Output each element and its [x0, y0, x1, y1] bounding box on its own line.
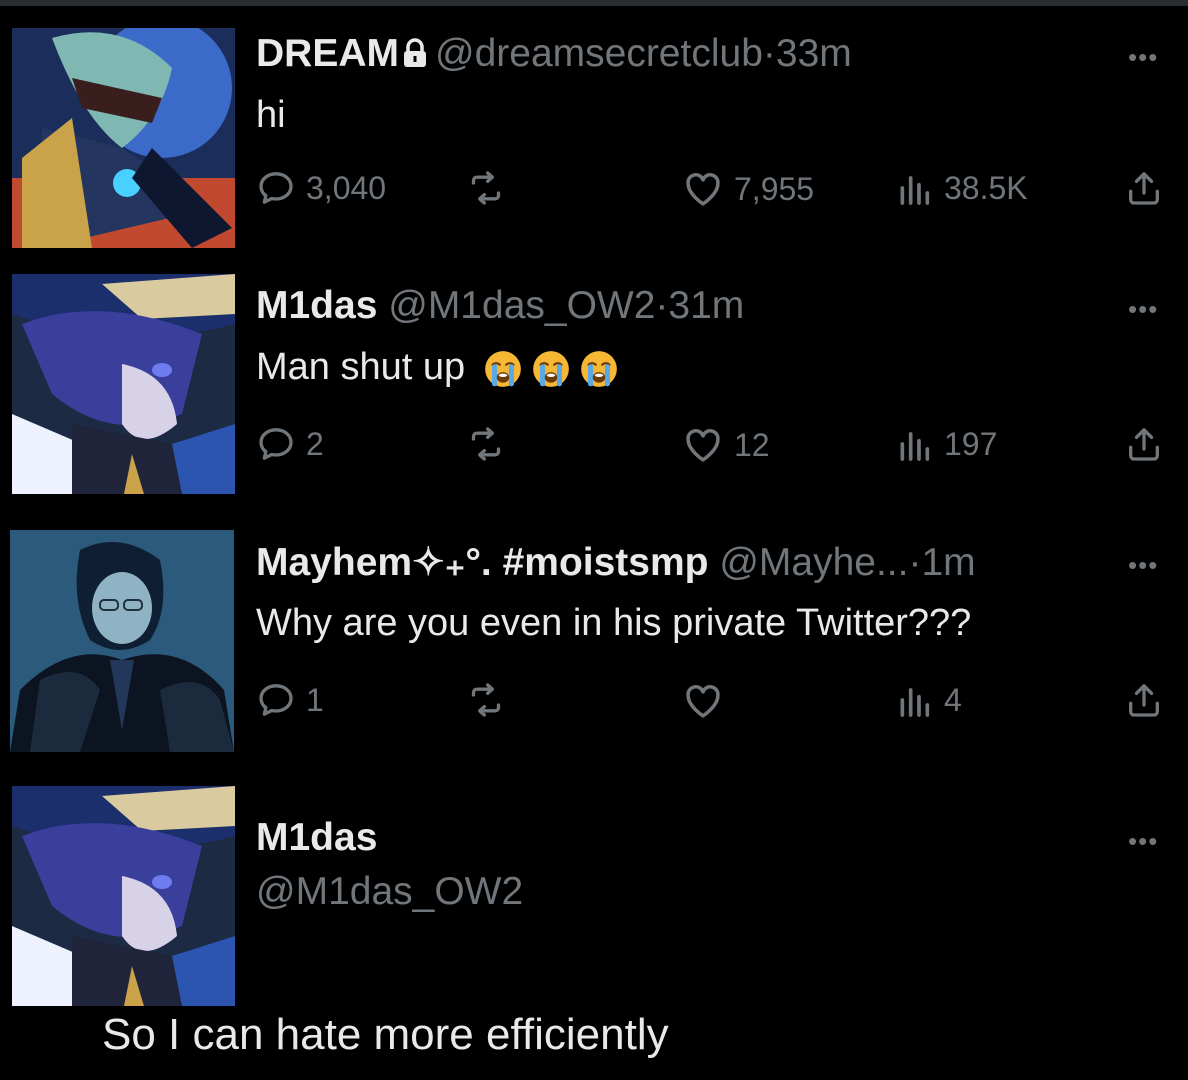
timestamp[interactable]: 33m: [776, 32, 852, 75]
heart-icon: [682, 168, 724, 210]
retweet-button[interactable]: [466, 168, 506, 208]
top-bar: [0, 0, 1188, 6]
views-count: 197: [944, 425, 998, 462]
display-name[interactable]: Mayhem✧₊°. #moistsmp: [256, 541, 708, 584]
retweet-icon: [466, 168, 506, 208]
like-button[interactable]: 7,955: [682, 168, 814, 210]
timestamp[interactable]: 1m: [921, 541, 975, 584]
like-button[interactable]: 12: [682, 424, 770, 466]
reply-bubble-icon: [256, 168, 296, 208]
more-dots-icon[interactable]: •••: [1128, 42, 1158, 73]
loudly-crying-face-icon: [578, 348, 620, 390]
views-button[interactable]: 197: [894, 424, 997, 464]
tweet-header: M1das @M1das_OW2·31m: [256, 284, 744, 328]
views-bar-icon: [894, 168, 934, 208]
views-button[interactable]: 4: [894, 680, 962, 720]
reply-button[interactable]: 3,040: [256, 168, 386, 208]
display-name[interactable]: DREAM: [256, 32, 399, 75]
action-bar: 2 12 197: [256, 424, 1176, 468]
share-icon: [1124, 424, 1164, 464]
tweet-header: Mayhem✧₊°. #moistsmp @Mayhe...·1m: [256, 540, 976, 585]
timestamp[interactable]: 31m: [668, 284, 744, 327]
views-button[interactable]: 38.5K: [894, 168, 1028, 208]
avatar[interactable]: [12, 274, 235, 494]
views-bar-icon: [894, 424, 934, 464]
user-handle[interactable]: @M1das_OW2: [388, 284, 655, 327]
user-handle[interactable]: @dreamsecretclub: [435, 32, 763, 75]
user-handle[interactable]: @Mayhe...: [719, 541, 908, 584]
share-icon: [1124, 168, 1164, 208]
share-button[interactable]: [1124, 424, 1164, 464]
like-button[interactable]: [682, 680, 734, 722]
like-count: 7,955: [734, 170, 815, 207]
action-bar: 1 4: [256, 680, 1176, 724]
tweet-text: Why are you even in his private Twitter?…: [256, 602, 972, 644]
avatar[interactable]: [10, 530, 234, 752]
reply-count: 3,040: [306, 169, 387, 206]
tweet-text-row: Man shut up: [256, 346, 620, 390]
user-handle[interactable]: @M1das_OW2: [256, 870, 523, 913]
views-count: 38.5K: [944, 169, 1028, 206]
views-bar-icon: [894, 680, 934, 720]
views-count: 4: [944, 681, 962, 718]
heart-icon: [682, 424, 724, 466]
reply-bubble-icon: [256, 680, 296, 720]
share-icon: [1124, 680, 1164, 720]
display-name[interactable]: M1das: [256, 284, 377, 327]
retweet-icon: [466, 424, 506, 464]
tweet-text: hi: [256, 94, 286, 136]
display-name[interactable]: M1das: [256, 816, 377, 859]
tweet-header: DREAM @dreamsecretclub·33m: [256, 32, 852, 78]
separator-dot: ·: [655, 284, 669, 327]
retweet-button[interactable]: [466, 680, 506, 720]
tweet-text: Man shut up: [256, 346, 466, 388]
share-button[interactable]: [1124, 168, 1164, 208]
profile-name-row: M1das: [256, 816, 377, 860]
share-button[interactable]: [1124, 680, 1164, 720]
caption-text: So I can hate more efficiently: [102, 1010, 669, 1059]
profile-handle-row: @M1das_OW2: [256, 870, 523, 914]
reply-bubble-icon: [256, 424, 296, 464]
like-count: 12: [734, 426, 770, 463]
loudly-crying-face-icon: [482, 348, 524, 390]
avatar[interactable]: [12, 786, 235, 1006]
reply-button[interactable]: 1: [256, 680, 324, 720]
heart-icon: [682, 680, 724, 722]
action-bar: 3,040 7,955 38.5K: [256, 168, 1176, 212]
more-dots-icon[interactable]: •••: [1128, 826, 1158, 857]
avatar[interactable]: [12, 28, 235, 248]
retweet-button[interactable]: [466, 424, 506, 464]
lock-icon: [401, 34, 429, 78]
more-dots-icon[interactable]: •••: [1128, 294, 1158, 325]
loudly-crying-face-icon: [530, 348, 572, 390]
reply-count: 2: [306, 425, 324, 462]
reply-button[interactable]: 2: [256, 424, 324, 464]
separator-dot: ·: [908, 541, 922, 584]
retweet-icon: [466, 680, 506, 720]
reply-count: 1: [306, 681, 324, 718]
more-dots-icon[interactable]: •••: [1128, 550, 1158, 581]
separator-dot: ·: [762, 32, 776, 75]
